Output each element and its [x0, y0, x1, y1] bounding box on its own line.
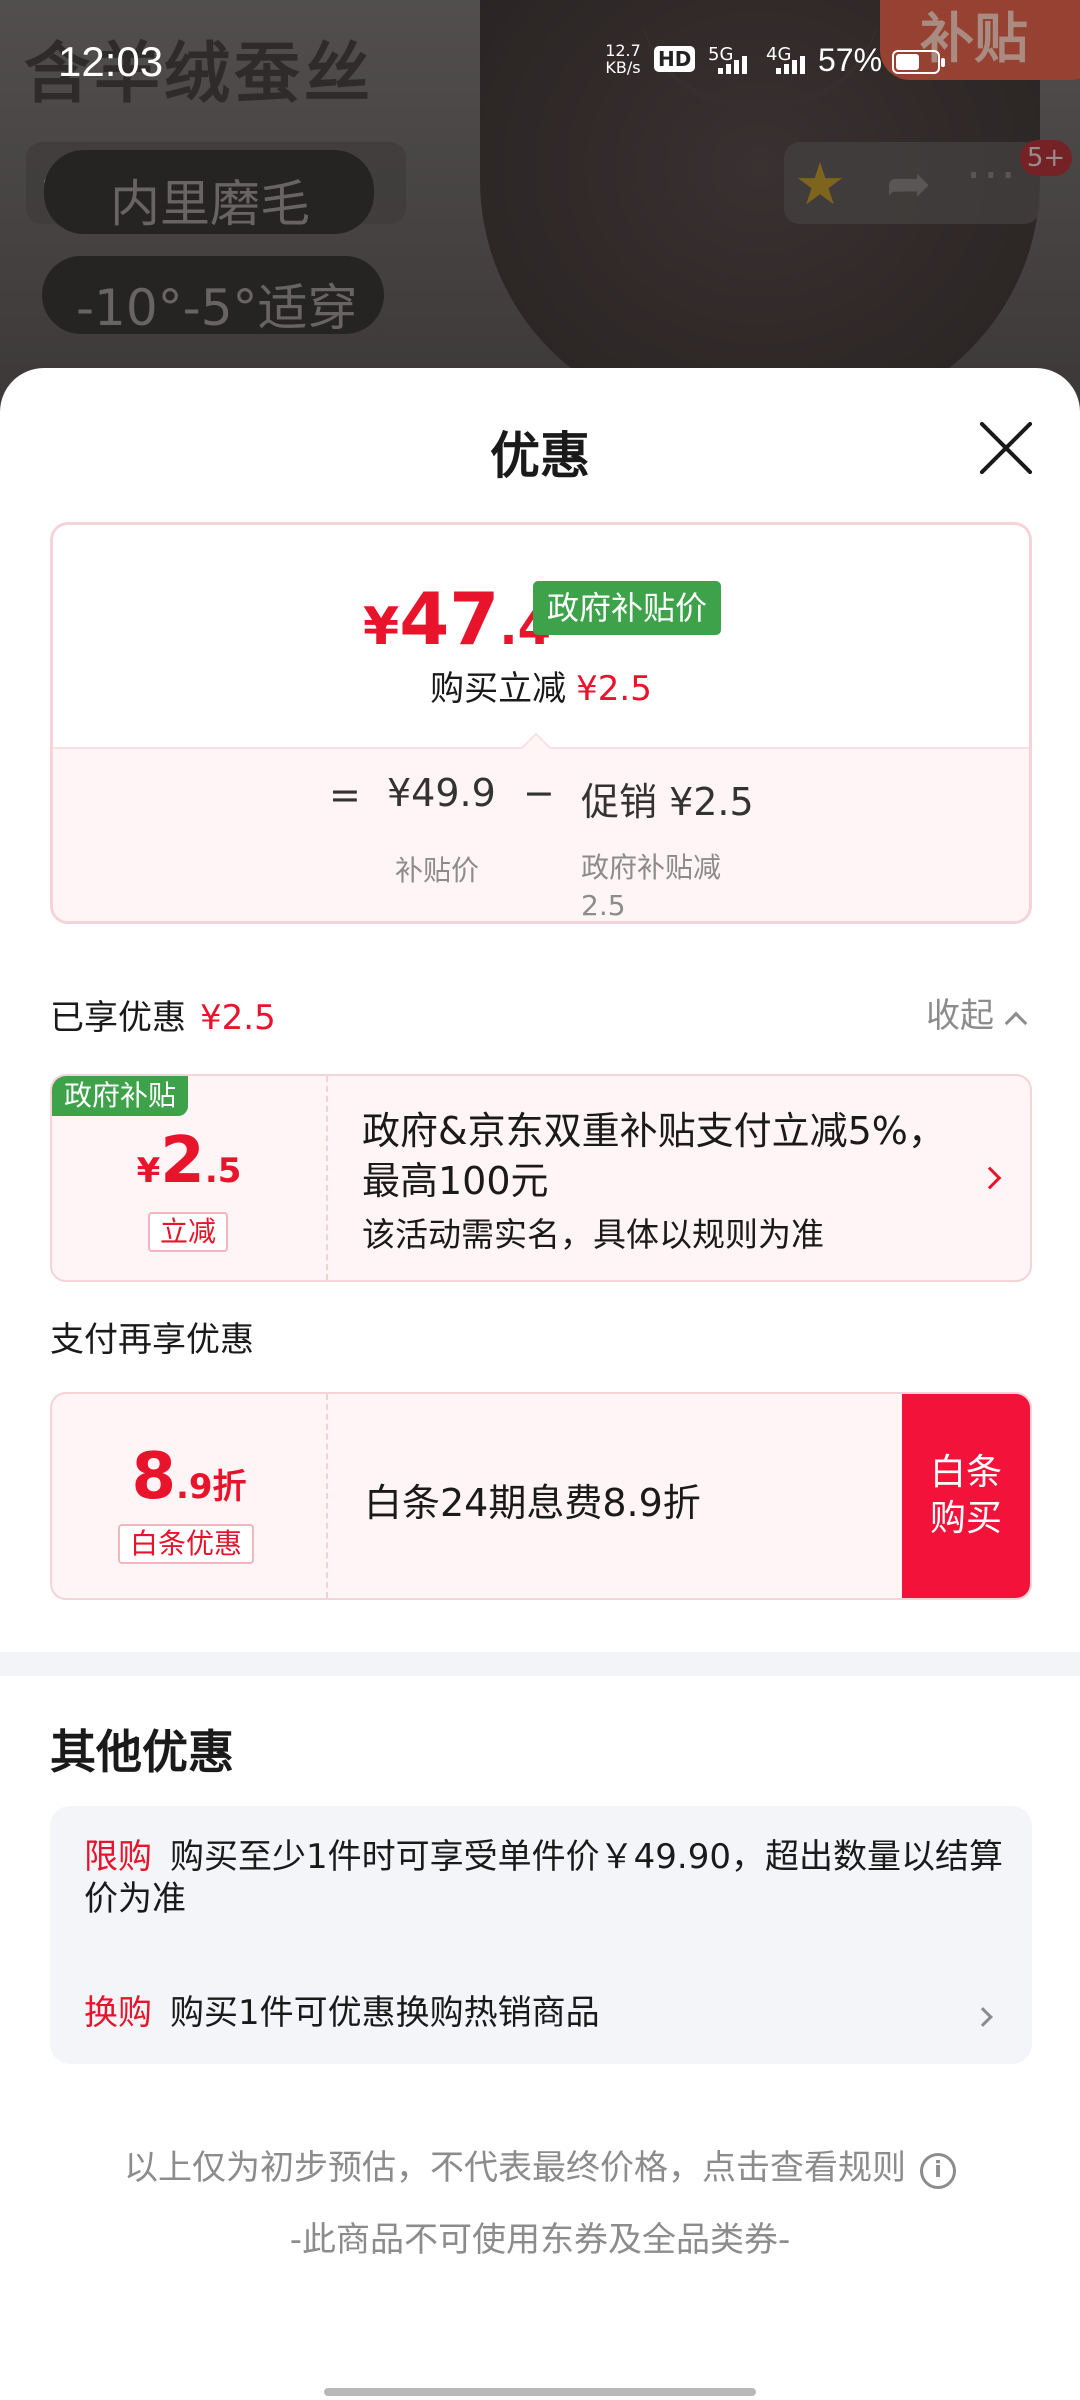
battery-percent: 57%	[818, 42, 883, 78]
promotion-amount: 促销 ¥2.5	[581, 780, 754, 824]
exchange-purchase-row[interactable]: 换购 购买1件可优惠换购热销商品	[84, 1992, 1004, 2034]
gov-subsidy-coupon[interactable]: 政府补贴 ¥2.5 立减 政府&京东双重补贴支付立减5%，最高100元 该活动需…	[50, 1074, 1032, 1282]
info-icon[interactable]: i	[920, 2153, 956, 2189]
home-indicator[interactable]	[324, 2388, 756, 2396]
section-separator	[0, 1652, 1080, 1676]
battery-icon	[892, 50, 945, 74]
baitiao-buy-button[interactable]: 白条 购买	[902, 1394, 1030, 1598]
subsidy-base-price: ¥49.9	[387, 771, 496, 815]
equals-sign: =	[329, 773, 361, 817]
battery-fill	[896, 54, 919, 70]
chevron-up-icon	[1004, 1011, 1028, 1035]
hd-voice-icon: HD	[654, 46, 696, 72]
sim1-signal-icon	[718, 56, 747, 74]
status-bar: 12:03 12.7 KB/s HD 5G 4G 57%	[0, 0, 1080, 110]
other-discounts-box: 限购 购买至少1件时可享受单件价￥49.90，超出数量以结算价为准 换购 购买1件可…	[50, 1806, 1032, 2064]
enjoyed-discount: 已享优惠 ¥2.5	[50, 998, 276, 1038]
status-time: 12:03	[58, 38, 164, 85]
baitiao-offer-text: 白条24期息费8.9折	[364, 1481, 701, 1525]
price-breakdown-card: ¥47.4 政府补贴价 购买立减 ¥2.5 = ¥49.9 − 促销 ¥2.5 补…	[50, 522, 1032, 924]
gov-subsidy-price-tag: 政府补贴价	[533, 581, 722, 635]
discount-sheet: 优惠 ¥47.4 政府补贴价 购买立减 ¥2.5 = ¥49.9 − 促销 ¥2.…	[0, 368, 1080, 2400]
baitiao-coupon: 8.9折 白条优惠 白条24期息费8.9折 白条 购买	[50, 1392, 1032, 1600]
coupon-amount: ¥2.5	[136, 1124, 242, 1198]
base-price-label: 补贴价	[395, 854, 480, 887]
baitiao-discount-amount: 8.9折	[131, 1440, 247, 1514]
coupon-subtitle: 该活动需实名，具体以规则为准	[362, 1215, 824, 1254]
purchase-reduction: 购买立减 ¥2.5	[430, 669, 652, 709]
close-icon[interactable]	[976, 418, 1036, 478]
sim2-signal-icon	[776, 56, 805, 74]
final-price: ¥47.4	[363, 577, 552, 661]
instant-reduction-badge: 立减	[148, 1212, 229, 1252]
pay-again-section-label: 支付再享优惠	[50, 1320, 254, 1360]
chevron-right-icon	[978, 1166, 1002, 1190]
gov-reduction-label: 政府补贴减2.5	[581, 851, 722, 922]
coupon-restriction-note: -此商品不可使用东券及全品类券-	[289, 2220, 791, 2260]
rules-disclaimer[interactable]: 以上仅为初步预估，不代表最终价格，点击查看规则 i	[0, 2140, 1080, 2189]
collapse-toggle[interactable]: 收起	[926, 988, 1028, 1037]
minus-sign: −	[523, 771, 555, 815]
coupon-title: 政府&京东双重补贴支付立减5%，最高100元	[362, 1109, 946, 1203]
sheet-title: 优惠	[490, 427, 590, 485]
network-speed: 12.7 KB/s	[605, 41, 641, 77]
purchase-limit-row: 限购 购买至少1件时可享受单件价￥49.90，超出数量以结算价为准	[84, 1837, 1003, 1919]
gov-subsidy-corner-tag: 政府补贴	[52, 1076, 189, 1116]
baitiao-discount-badge: 白条优惠	[118, 1524, 255, 1564]
other-discounts-title: 其他优惠	[50, 1725, 234, 1779]
